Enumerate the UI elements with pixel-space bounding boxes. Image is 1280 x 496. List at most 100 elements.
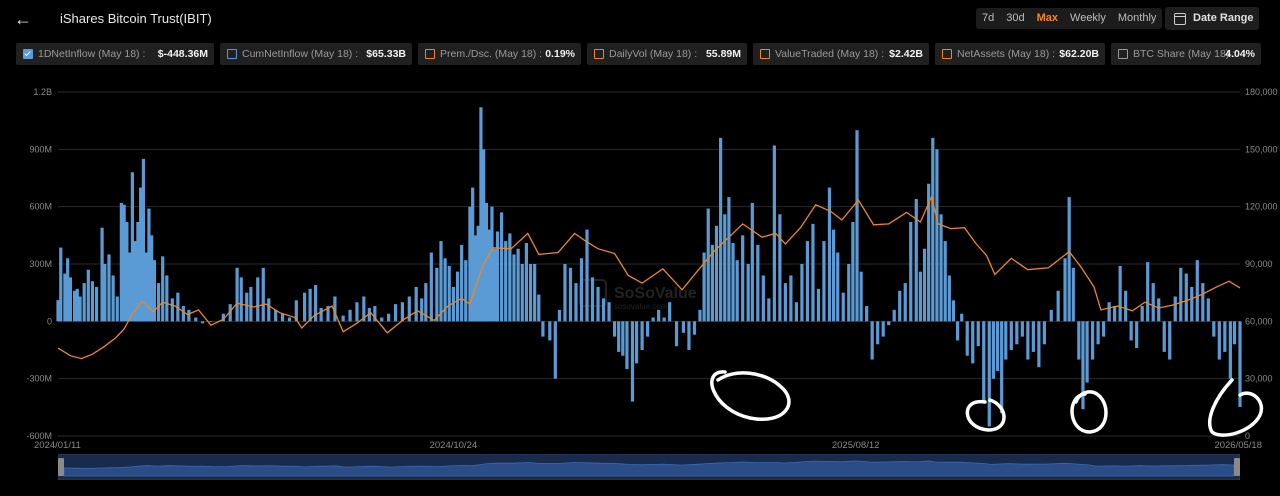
inflow-bar — [348, 309, 352, 322]
legend-item-dailyvol[interactable]: DailyVol (May 18) : 55.89M — [587, 43, 747, 65]
x-axis-tick-label: 2026/05/18 — [1214, 440, 1262, 450]
inflow-bar — [1162, 321, 1166, 352]
inflow-bar — [731, 242, 735, 322]
inflow-bar — [473, 235, 478, 322]
inflow-bar — [698, 309, 702, 322]
inflow-bar — [960, 313, 964, 322]
inflow-bar — [72, 290, 77, 322]
inflow-bar — [918, 271, 922, 322]
inflow-bar — [687, 321, 691, 350]
date-range-button[interactable]: Date Range — [1165, 7, 1259, 30]
inflow-bar — [541, 321, 545, 337]
inflow-bar — [1151, 283, 1155, 322]
hand-drawn-annotations — [710, 370, 1264, 437]
legend-label: BTC Share (May 18) : — [1133, 48, 1236, 60]
inflow-bar — [811, 223, 815, 322]
legend-item-netassets[interactable]: NetAssets (May 18) : $62.20B — [935, 43, 1105, 65]
inflow-bar — [103, 264, 107, 322]
navigator-left-handle[interactable] — [58, 458, 64, 476]
inflow-bar — [144, 252, 148, 322]
inflow-bar — [662, 317, 666, 322]
legend-value: $-448.36M — [157, 48, 208, 60]
inflow-bar — [435, 267, 439, 322]
inflow-bar — [892, 309, 896, 322]
legend-value: 55.89M — [705, 48, 741, 60]
inflow-bar — [355, 302, 359, 322]
navigator-right-handle[interactable] — [1234, 458, 1240, 476]
inflow-bar — [239, 277, 243, 322]
inflow-bar — [94, 286, 99, 322]
page-title: iShares Bitcoin Trust(IBIT) — [60, 11, 212, 26]
right-axis-tick-label: 60,000 — [1245, 316, 1273, 326]
inflow-bar — [1157, 298, 1161, 322]
range-navigator[interactable] — [58, 454, 1240, 480]
inflow-bar — [621, 321, 625, 356]
legend-label: NetAssets (May 18) : — [957, 48, 1056, 60]
period-30d[interactable]: 30d — [1000, 8, 1030, 29]
inflow-bar — [750, 202, 754, 322]
checkbox-icon — [760, 49, 770, 59]
legend-item-1dnetinflow[interactable]: 1DNetInflow (May 18) : $-448.36M — [16, 43, 214, 65]
legend-item-valuetraded[interactable]: ValueTraded (May 18) : $2.42B — [753, 43, 929, 65]
inflow-bar — [90, 281, 95, 322]
inflow-bar — [719, 137, 723, 322]
legend-item-premium-discount[interactable]: Prem./Dsc. (May 18) : 0.19% — [418, 43, 581, 65]
inflow-bar — [832, 229, 836, 322]
annotation-circle — [1070, 390, 1108, 434]
inflow-bar — [447, 265, 451, 322]
inflow-bar — [141, 158, 146, 322]
period-monthly[interactable]: Monthly — [1112, 8, 1163, 29]
inflow-bar — [256, 277, 260, 322]
inflow-bar — [816, 288, 821, 322]
legend-label: Prem./Dsc. (May 18) : — [440, 48, 543, 60]
inflow-bar — [982, 321, 986, 402]
period-weekly[interactable]: Weekly — [1064, 8, 1112, 29]
legend-item-cumnetinflow[interactable]: CumNetInflow (May 18) : $65.33B — [220, 43, 412, 65]
inflow-bar — [319, 307, 323, 322]
inflow-bar — [1015, 321, 1019, 345]
back-arrow-icon[interactable]: ← — [12, 8, 34, 30]
inflow-bar — [1077, 321, 1081, 360]
inflow-bar — [1020, 321, 1024, 337]
inflow-bar — [267, 298, 271, 322]
checkbox-icon — [942, 49, 952, 59]
inflow-bar — [767, 298, 771, 322]
legend-bar: 1DNetInflow (May 18) : $-448.36M CumNetI… — [0, 43, 1280, 65]
inflow-bar — [380, 317, 384, 322]
inflow-bar — [68, 277, 72, 322]
inflow-bar — [75, 288, 79, 322]
inflow-bar — [876, 321, 880, 345]
inflow-bar — [387, 313, 391, 322]
period-7d[interactable]: 7d — [976, 8, 1000, 29]
inflow-bar — [1146, 262, 1150, 322]
inflow-bar — [1129, 321, 1133, 341]
period-max[interactable]: Max — [1031, 8, 1064, 29]
inflow-bar — [847, 264, 851, 322]
legend-label: DailyVol (May 18) : — [609, 48, 698, 60]
inflow-bar — [976, 321, 980, 347]
inflow-bar — [161, 256, 165, 322]
inflow-bar — [63, 273, 67, 322]
inflow-bar — [308, 288, 312, 322]
inflow-bar — [723, 214, 727, 322]
inflow-bar — [681, 321, 686, 333]
inflow-bar — [746, 264, 750, 322]
legend-item-btc-share[interactable]: BTC Share (May 18) : 4.04% — [1111, 43, 1261, 65]
inflow-bar — [995, 321, 1000, 372]
legend-label: 1DNetInflow (May 18) : — [38, 48, 146, 60]
inflow-bar — [249, 286, 253, 322]
inflow-bar — [579, 258, 584, 322]
inflow-bar — [827, 187, 832, 322]
inflow-bar — [836, 252, 840, 322]
inflow-bar — [1232, 321, 1237, 345]
inflow-bar — [590, 277, 595, 322]
chart-area[interactable]: SoSoValue sosovalue.com 1.2B900M600M300M… — [0, 80, 1280, 450]
inflow-bar — [128, 252, 132, 322]
inflow-bar — [955, 321, 960, 341]
left-axis-tick-label: 0 — [47, 316, 52, 326]
inflow-bar — [727, 197, 731, 322]
inflow-bar — [66, 258, 70, 322]
inflow-bar — [460, 244, 464, 322]
inflow-bar — [903, 283, 907, 322]
inflow-bar — [499, 212, 504, 322]
